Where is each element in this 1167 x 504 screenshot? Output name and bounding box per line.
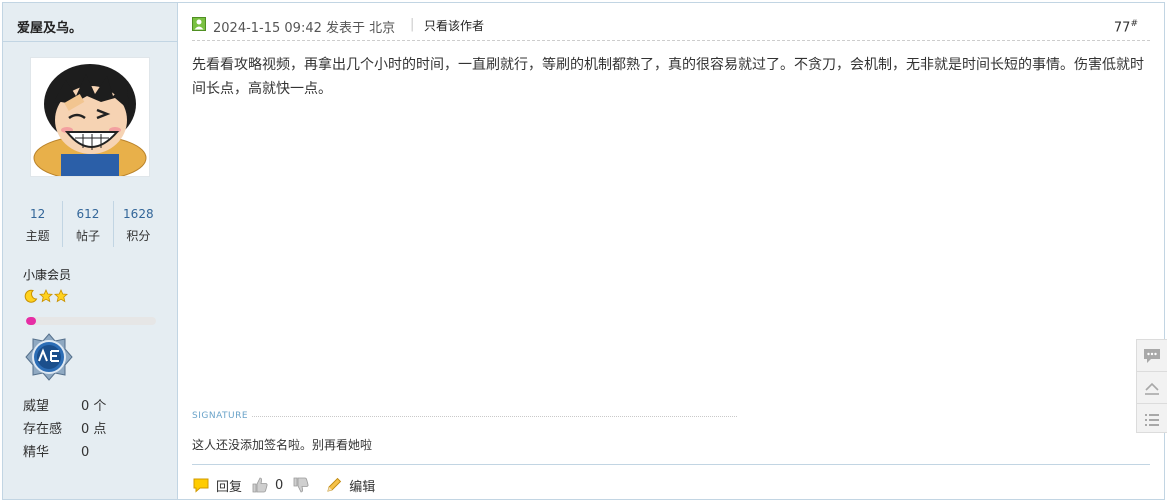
floor-number[interactable]: 77#: [1114, 19, 1138, 35]
posted-in-label: 发表于: [326, 21, 366, 36]
stat-credits[interactable]: 1628 积分: [112, 201, 163, 247]
stat-label: 主题: [25, 229, 50, 243]
author-name[interactable]: 爱屋及乌。: [17, 17, 82, 36]
author-info: 威望 0 个 存在感 0 点 精华 0: [23, 395, 106, 464]
list-icon: [1145, 413, 1159, 426]
post-meta: 2024-1-15 09:42 发表于 北京: [213, 17, 395, 36]
info-row-presence: 存在感 0 点: [23, 418, 106, 441]
level-stars: [24, 289, 68, 303]
info-key: 精华: [23, 445, 50, 460]
stat-value[interactable]: 1628: [114, 207, 163, 221]
dotted-line: [252, 415, 737, 417]
member-level[interactable]: 小康会员: [23, 266, 71, 283]
like-button[interactable]: 0: [251, 476, 283, 494]
moon-icon: [24, 289, 38, 303]
pencil-icon: [327, 477, 342, 492]
user-online-icon: [192, 17, 206, 31]
floor-number-value[interactable]: 77: [1114, 20, 1131, 35]
list-button[interactable]: [1137, 403, 1167, 435]
thumbs-down-icon: [293, 477, 309, 493]
post-header: 2024-1-15 09:42 发表于 北京 | 只看该作者 77#: [192, 13, 1150, 41]
level-progress-fill: [26, 317, 37, 325]
forum-post: 爱屋及乌。 12 主题 612 帖子 1628 积分 小康会员 威望 0 个 存…: [2, 2, 1165, 500]
edit-button[interactable]: 编辑: [325, 476, 375, 495]
side-toolbar: [1136, 339, 1167, 433]
only-author-link[interactable]: 只看该作者: [424, 17, 484, 34]
post-location: 北京: [369, 21, 396, 36]
info-value: 0 点: [81, 422, 107, 437]
thumbs-up-icon: [252, 477, 268, 493]
stat-posts[interactable]: 612 帖子: [62, 201, 112, 247]
info-row-prestige: 威望 0 个: [23, 395, 106, 418]
info-key: 存在感: [23, 422, 63, 437]
stat-topics[interactable]: 12 主题: [13, 201, 62, 247]
divider: [3, 41, 177, 42]
divider: [192, 464, 1150, 465]
stat-value[interactable]: 12: [13, 207, 62, 221]
arrow-up-icon: [1145, 382, 1159, 395]
medal-icon: [25, 333, 73, 381]
medal-badge[interactable]: [25, 333, 73, 381]
divider: |: [410, 17, 415, 32]
info-value: 0 个: [81, 399, 107, 414]
author-sidebar: 爱屋及乌。 12 主题 612 帖子 1628 积分 小康会员 威望 0 个 存…: [3, 3, 178, 499]
post-actions: 回复 0 编辑: [192, 474, 384, 496]
floor-suffix: #: [1130, 19, 1138, 29]
edit-label[interactable]: 编辑: [349, 476, 375, 495]
reply-icon: [193, 478, 209, 493]
stat-value[interactable]: 612: [63, 207, 112, 221]
reply-button[interactable]: 回复: [192, 476, 242, 495]
stat-label: 帖子: [75, 229, 100, 243]
signature-label: SIGNATURE: [192, 411, 249, 421]
info-value: 0: [81, 445, 90, 460]
signature-text: 这人还没添加签名啦。别再看她啦: [192, 438, 373, 452]
star-icon: [39, 289, 53, 303]
like-count: 0: [275, 477, 284, 493]
info-row-digest: 精华 0: [23, 441, 106, 464]
stat-label: 积分: [126, 229, 151, 243]
comment-icon: [1144, 348, 1160, 363]
avatar[interactable]: [30, 57, 150, 177]
signature-divider: SIGNATURE: [192, 409, 737, 423]
side-reply-button[interactable]: [1137, 340, 1167, 371]
reply-label[interactable]: 回复: [216, 476, 242, 495]
back-to-top-button[interactable]: [1137, 371, 1167, 403]
level-progress-bar: [26, 317, 156, 325]
dislike-button[interactable]: [292, 476, 316, 494]
star-icon: [54, 289, 68, 303]
post-time: 2024-1-15 09:42: [213, 21, 322, 36]
info-key: 威望: [23, 399, 50, 414]
author-stats: 12 主题 612 帖子 1628 积分: [13, 201, 163, 247]
post-content: 先看看攻略视频，再拿出几个小时的时间，一直刷就行，等刷的机制都熟了，真的很容易就…: [192, 57, 1144, 97]
avatar-image: [31, 58, 149, 176]
